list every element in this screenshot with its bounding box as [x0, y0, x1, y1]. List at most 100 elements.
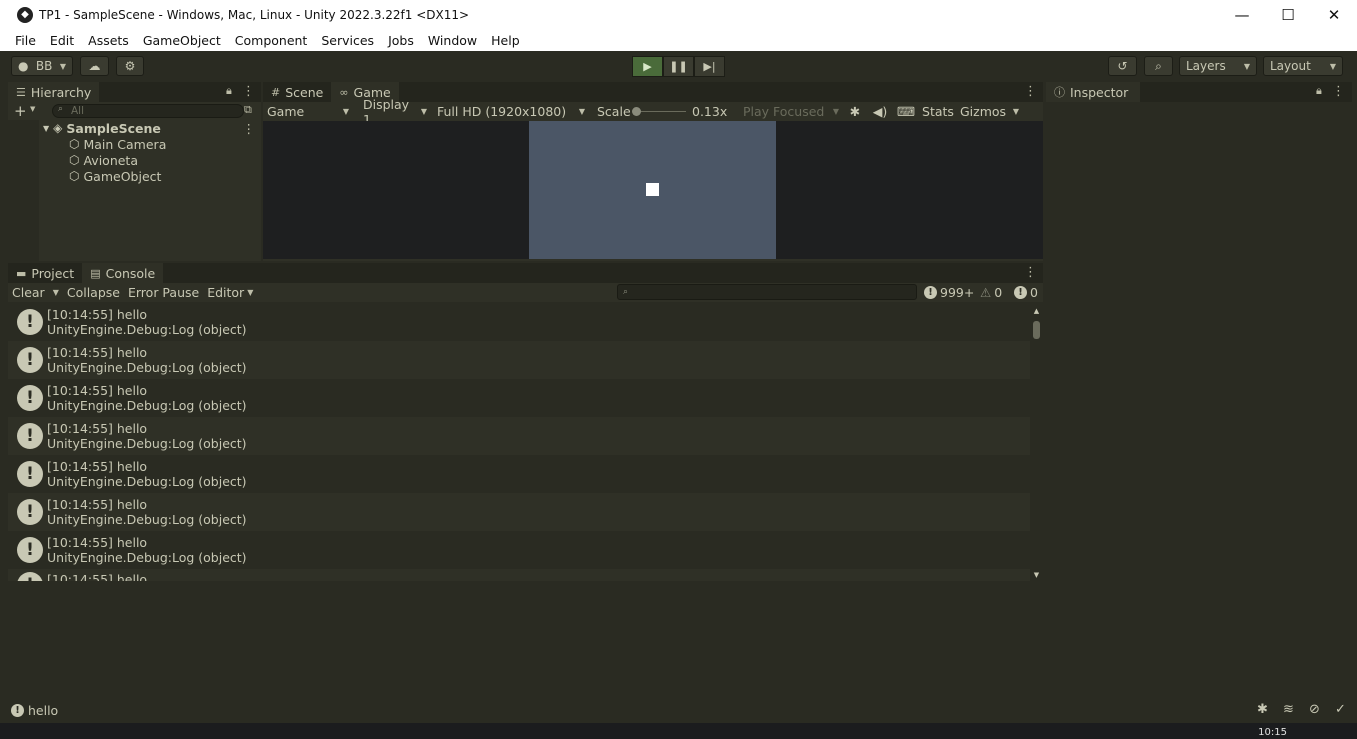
taskbar-clock[interactable]: 10:15 — [1258, 727, 1287, 738]
status-message[interactable]: hello — [28, 703, 58, 718]
menu-jobs[interactable]: Jobs — [381, 33, 421, 48]
gizmos-button[interactable]: Gizmos — [957, 102, 1009, 121]
chevron-down-icon: ▼ — [1012, 107, 1020, 116]
resolution-dropdown[interactable]: Full HD (1920x1080) ▼ — [431, 102, 589, 121]
tab-hierarchy[interactable]: ☰ Hierarchy — [8, 82, 100, 102]
info-icon: ! — [17, 461, 43, 487]
scale-slider[interactable]: Scale 0.13x — [589, 102, 735, 121]
console-search-input[interactable]: ⌕ — [617, 284, 917, 300]
log-entry[interactable]: ! [10:14:55] hello UnityEngine.Debug:Log … — [8, 417, 1030, 455]
tab-scene[interactable]: # Scene — [263, 82, 331, 102]
lock-icon[interactable]: 🔒︎ — [226, 84, 232, 98]
tree-row-object[interactable]: ⬡ GameObject — [8, 168, 261, 184]
scrollbar-thumb[interactable] — [1033, 321, 1040, 339]
grid-icon: # — [271, 85, 281, 99]
pause-icon: ❚❚ — [669, 60, 688, 73]
tab-project[interactable]: ▬ Project — [8, 263, 82, 283]
log-entry[interactable]: ! [10:14:55] hello — [8, 569, 1030, 581]
lock-icon[interactable]: 🔒︎ — [1316, 84, 1322, 98]
bug-button[interactable]: ✱ — [843, 102, 867, 121]
menu-edit[interactable]: Edit — [43, 33, 81, 48]
menu-file[interactable]: File — [8, 33, 43, 48]
chevron-down-icon[interactable]: ▼ — [30, 105, 35, 113]
check-icon[interactable]: ✓ — [1332, 701, 1349, 718]
layers-dropdown[interactable]: Layers ▼ — [1179, 56, 1257, 76]
error-pause-button[interactable]: Error Pause — [124, 283, 203, 302]
collapse-button[interactable]: Collapse — [63, 283, 124, 302]
scroll-up-icon[interactable]: ▲ — [1032, 307, 1041, 315]
game-canvas[interactable] — [263, 121, 1043, 259]
warning-count-toggle[interactable]: ⚠ 0 — [980, 283, 1002, 302]
log-count-toggle[interactable]: ! 999+ — [924, 283, 974, 302]
shortcuts-button[interactable]: ⌨ — [893, 102, 919, 121]
clear-button[interactable]: Clear — [8, 283, 49, 302]
info-icon: ! — [17, 499, 43, 525]
collab-button[interactable]: ⚙ — [116, 56, 144, 76]
stats-button[interactable]: Stats — [919, 102, 957, 121]
hierarchy-search-input[interactable]: All — [52, 104, 244, 118]
scene-picker-icon[interactable]: ⧉ — [244, 103, 252, 117]
editor-dropdown[interactable]: Editor ▼ — [203, 283, 257, 302]
error-count-toggle[interactable]: ! 0 — [1014, 283, 1038, 302]
search-button[interactable]: ⌕ — [1144, 56, 1173, 76]
layout-dropdown[interactable]: Layout ▼ — [1263, 56, 1343, 76]
game-mode-dropdown[interactable]: Game ▼ — [263, 102, 353, 121]
scale-thumb[interactable] — [632, 107, 641, 116]
log-entry[interactable]: ! [10:14:55] hello UnityEngine.Debug:Log … — [8, 341, 1030, 379]
tree-row-scene[interactable]: ▼ ◈ SampleScene ⋮ — [8, 120, 261, 136]
object-name: Avioneta — [83, 152, 138, 168]
log-stacktrace: UnityEngine.Debug:Log (object) — [47, 474, 247, 489]
chevron-down-icon: ▼ — [1243, 61, 1250, 71]
add-icon[interactable]: + — [14, 102, 27, 120]
undo-history-button[interactable]: ↺ — [1108, 56, 1137, 76]
cache-server-icon[interactable]: ≋ — [1280, 701, 1297, 718]
display-dropdown[interactable]: Display 1 ▼ — [353, 97, 431, 127]
kebab-menu-icon[interactable]: ⋮ — [1024, 84, 1037, 99]
log-entry[interactable]: ! [10:14:55] hello UnityEngine.Debug:Log … — [8, 493, 1030, 531]
maximize-button[interactable]: ☐ — [1265, 0, 1311, 30]
scroll-down-icon[interactable]: ▼ — [1032, 571, 1041, 579]
menu-window[interactable]: Window — [421, 33, 484, 48]
tree-row-object[interactable]: ⬡ Avioneta — [8, 152, 261, 168]
menu-component[interactable]: Component — [228, 33, 315, 48]
log-entry[interactable]: ! [10:14:55] hello UnityEngine.Debug:Log … — [8, 531, 1030, 569]
hierarchy-tree: ▼ ◈ SampleScene ⋮ ⬡ Main Camera ⬡ Avione… — [8, 120, 261, 184]
log-message: [10:14:55] hello — [47, 459, 148, 474]
auto-refresh-icon[interactable]: ⊘ — [1306, 701, 1323, 718]
info-icon: ! — [11, 703, 24, 717]
menu-assets[interactable]: Assets — [81, 33, 136, 48]
kebab-menu-icon[interactable]: ⋮ — [242, 84, 255, 99]
cloud-button[interactable]: ☁ — [80, 56, 109, 76]
chevron-down-icon[interactable]: ▼ — [43, 124, 49, 133]
step-button[interactable]: ▶| — [694, 56, 725, 77]
tree-row-object[interactable]: ⬡ Main Camera — [8, 136, 261, 152]
game-render-area — [529, 121, 776, 259]
console-scrollbar[interactable]: ▲ ▼ — [1032, 307, 1041, 581]
chevron-down-icon: ▼ — [578, 107, 585, 116]
play-focus-dropdown[interactable]: Play Focused ▼ — [735, 102, 843, 121]
menu-help[interactable]: Help — [484, 33, 527, 48]
close-button[interactable]: ✕ — [1311, 0, 1357, 30]
game-view-toolbar: Game ▼ Display 1 ▼ Full HD (1920x1080) ▼… — [263, 97, 1043, 127]
unity-logo-icon: ◆ — [17, 7, 33, 23]
menu-gameobject[interactable]: GameObject — [136, 33, 228, 48]
clear-options-dropdown[interactable]: ▼ — [49, 283, 63, 302]
minimize-button[interactable]: — — [1219, 0, 1265, 30]
account-dropdown[interactable]: ● BB ▼ — [11, 56, 73, 76]
pause-button[interactable]: ❚❚ — [663, 56, 694, 77]
kebab-menu-icon[interactable]: ⋮ — [243, 121, 256, 136]
play-button[interactable]: ▶ — [632, 56, 663, 77]
gear-icon: ⚙ — [124, 59, 136, 73]
log-entry[interactable]: ! [10:14:55] hello UnityEngine.Debug:Log … — [8, 303, 1030, 341]
menu-services[interactable]: Services — [314, 33, 381, 48]
mute-audio-button[interactable]: ◀) — [867, 102, 893, 121]
tab-console[interactable]: ▤ Console — [82, 263, 164, 283]
gizmos-dropdown[interactable]: ▼ — [1009, 102, 1023, 121]
debug-mode-icon[interactable]: ✱ — [1254, 701, 1271, 718]
kebab-menu-icon[interactable]: ⋮ — [1332, 84, 1345, 99]
tab-inspector[interactable]: ⓘ Inspector — [1046, 82, 1140, 102]
chevron-down-icon: ▼ — [420, 107, 427, 116]
log-entry[interactable]: ! [10:14:55] hello UnityEngine.Debug:Log … — [8, 379, 1030, 417]
log-entry[interactable]: ! [10:14:55] hello UnityEngine.Debug:Log … — [8, 455, 1030, 493]
kebab-menu-icon[interactable]: ⋮ — [1024, 265, 1037, 280]
